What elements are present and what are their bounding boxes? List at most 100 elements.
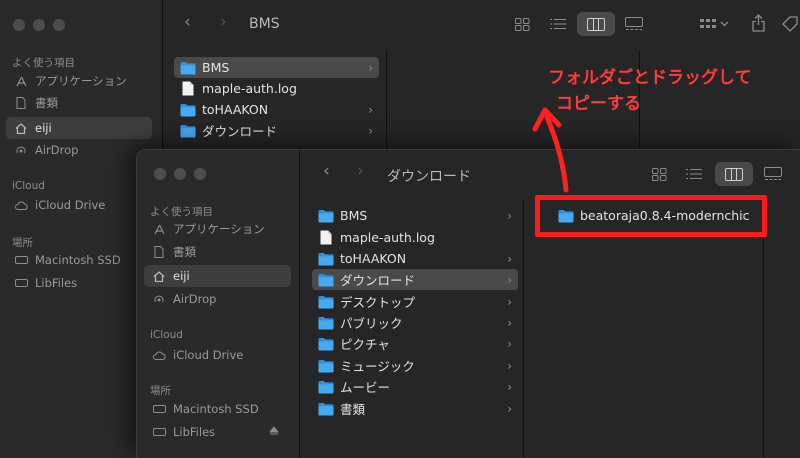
list-view-button[interactable] [684, 165, 704, 183]
front-column-2: beatoraja0.8.4-modernchic › [524, 200, 764, 458]
sidebar-item-home[interactable]: eiji [6, 117, 152, 139]
share-button[interactable] [748, 12, 768, 34]
list-view-button[interactable] [548, 15, 568, 33]
forward-arrow-icon[interactable]: › [357, 161, 364, 181]
sidebar-item-label: LibFiles [173, 425, 216, 439]
file-name: ピクチャ [340, 337, 390, 352]
sidebar-item-label: 書類 [35, 96, 58, 110]
forward-arrow-icon[interactable]: › [220, 12, 227, 32]
list-item[interactable]: ミュージック › [312, 355, 518, 376]
column-view-button[interactable] [577, 12, 615, 36]
tag-icon [782, 16, 798, 32]
chevron-right-icon: › [507, 315, 512, 330]
chevron-right-icon: › [368, 102, 373, 117]
folder-icon [180, 60, 196, 76]
file-name: ダウンロード [202, 124, 278, 139]
icon-view-button[interactable] [512, 15, 532, 33]
close-button[interactable] [13, 19, 25, 31]
applications-icon [150, 224, 168, 235]
list-item[interactable]: BMS › [174, 57, 379, 78]
sidebar-item-label: iCloud Drive [35, 198, 106, 212]
sidebar-item-label: アプリケーション [35, 74, 127, 88]
columns-icon [587, 17, 605, 31]
window-controls [13, 19, 65, 31]
gallery-view-button[interactable] [761, 165, 785, 183]
zoom-button[interactable] [53, 19, 65, 31]
list-item[interactable]: ダウンロード › [312, 269, 518, 290]
group-button[interactable] [696, 15, 734, 33]
list-item[interactable]: デスクトップ › [312, 291, 518, 312]
sidebar-item-applications[interactable]: アプリケーション [6, 70, 152, 92]
sidebar-item-macintosh-ssd[interactable]: Macintosh SSD [144, 398, 291, 420]
list-item[interactable]: ムービー › [312, 376, 518, 397]
minimize-button[interactable] [33, 19, 45, 31]
eject-icon[interactable] [268, 425, 280, 439]
sidebar-item-label: Macintosh SSD [35, 253, 121, 267]
home-icon [150, 270, 168, 282]
sidebar-item-macintosh-ssd[interactable]: Macintosh SSD [6, 249, 152, 271]
sidebar-item-documents[interactable]: 書類 [6, 92, 152, 114]
sidebar-item-libfiles[interactable]: LibFiles [6, 272, 152, 294]
zoom-button[interactable] [194, 168, 206, 180]
disk-icon [12, 256, 30, 264]
tag-button[interactable] [780, 14, 800, 34]
list-item[interactable]: BMS › [312, 205, 518, 226]
sidebar-item-label: eiji [35, 121, 52, 135]
file-name: maple-auth.log [340, 230, 435, 245]
list-item[interactable]: maple-auth.log [174, 78, 379, 99]
grid-icon [651, 167, 666, 181]
sidebar-item-airdrop[interactable]: AirDrop [6, 139, 152, 161]
folder-icon [318, 251, 334, 267]
chevron-right-icon: › [507, 294, 512, 309]
list-item[interactable]: ダウンロード › [174, 120, 379, 141]
sidebar-item-icloud-drive[interactable]: iCloud Drive [6, 194, 152, 216]
desktop-folder-icon [318, 294, 334, 310]
sidebar-item-libfiles[interactable]: LibFiles [144, 421, 291, 443]
sidebar-item-airdrop[interactable]: AirDrop [144, 288, 291, 310]
back-arrow-icon[interactable]: ‹ [323, 161, 330, 181]
chevron-right-icon: › [507, 272, 512, 287]
file-name: toHAAKON [340, 251, 407, 266]
home-icon [12, 122, 30, 134]
sidebar-item-icloud-drive[interactable]: iCloud Drive [144, 344, 291, 366]
back-arrow-icon[interactable]: ‹ [184, 12, 191, 32]
folder-icon [318, 208, 334, 224]
file-name: デスクトップ [340, 295, 416, 310]
annotation-arrow [532, 107, 569, 193]
icon-view-button[interactable] [649, 165, 669, 183]
list-item[interactable]: toHAAKON › [174, 99, 379, 120]
list-item[interactable]: ピクチャ › [312, 333, 518, 354]
list-item[interactable]: 書類 › [312, 398, 518, 419]
file-name: BMS [202, 60, 230, 75]
chevron-right-icon: › [507, 379, 512, 394]
airdrop-icon [12, 144, 30, 156]
column-view-button[interactable] [715, 162, 753, 186]
chevron-right-icon: › [507, 208, 512, 223]
movies-folder-icon [318, 379, 334, 395]
sidebar-item-home[interactable]: eiji [144, 265, 291, 287]
list-item[interactable]: toHAAKON › [312, 248, 518, 269]
window-title: BMS [249, 16, 280, 32]
public-folder-icon [318, 315, 334, 331]
share-icon [751, 14, 765, 32]
locations-header: 場所 [12, 237, 33, 249]
sidebar-item-applications[interactable]: アプリケーション [144, 218, 291, 240]
window-title: ダウンロード [387, 169, 471, 185]
favorites-header: よく使う項目 [12, 57, 75, 69]
close-button[interactable] [154, 168, 166, 180]
minimize-button[interactable] [174, 168, 186, 180]
chevron-right-icon: › [507, 358, 512, 373]
list-item[interactable]: パブリック › [312, 312, 518, 333]
folder-icon [180, 102, 196, 118]
sidebar-item-label: iCloud Drive [173, 348, 244, 362]
downloads-folder-icon [180, 123, 196, 139]
list-item[interactable]: maple-auth.log [312, 227, 518, 248]
chevron-right-icon: › [507, 336, 512, 351]
documents-folder-icon [318, 401, 334, 417]
front-column-1: BMS › maple-auth.log toHAAKON › ダウンロード ›… [301, 200, 524, 458]
gallery-view-button[interactable] [622, 15, 646, 33]
sidebar-item-label: 書類 [173, 245, 196, 259]
chevron-right-icon: › [368, 60, 373, 75]
sidebar-item-documents[interactable]: 書類 [144, 241, 291, 263]
file-name: maple-auth.log [202, 81, 297, 96]
